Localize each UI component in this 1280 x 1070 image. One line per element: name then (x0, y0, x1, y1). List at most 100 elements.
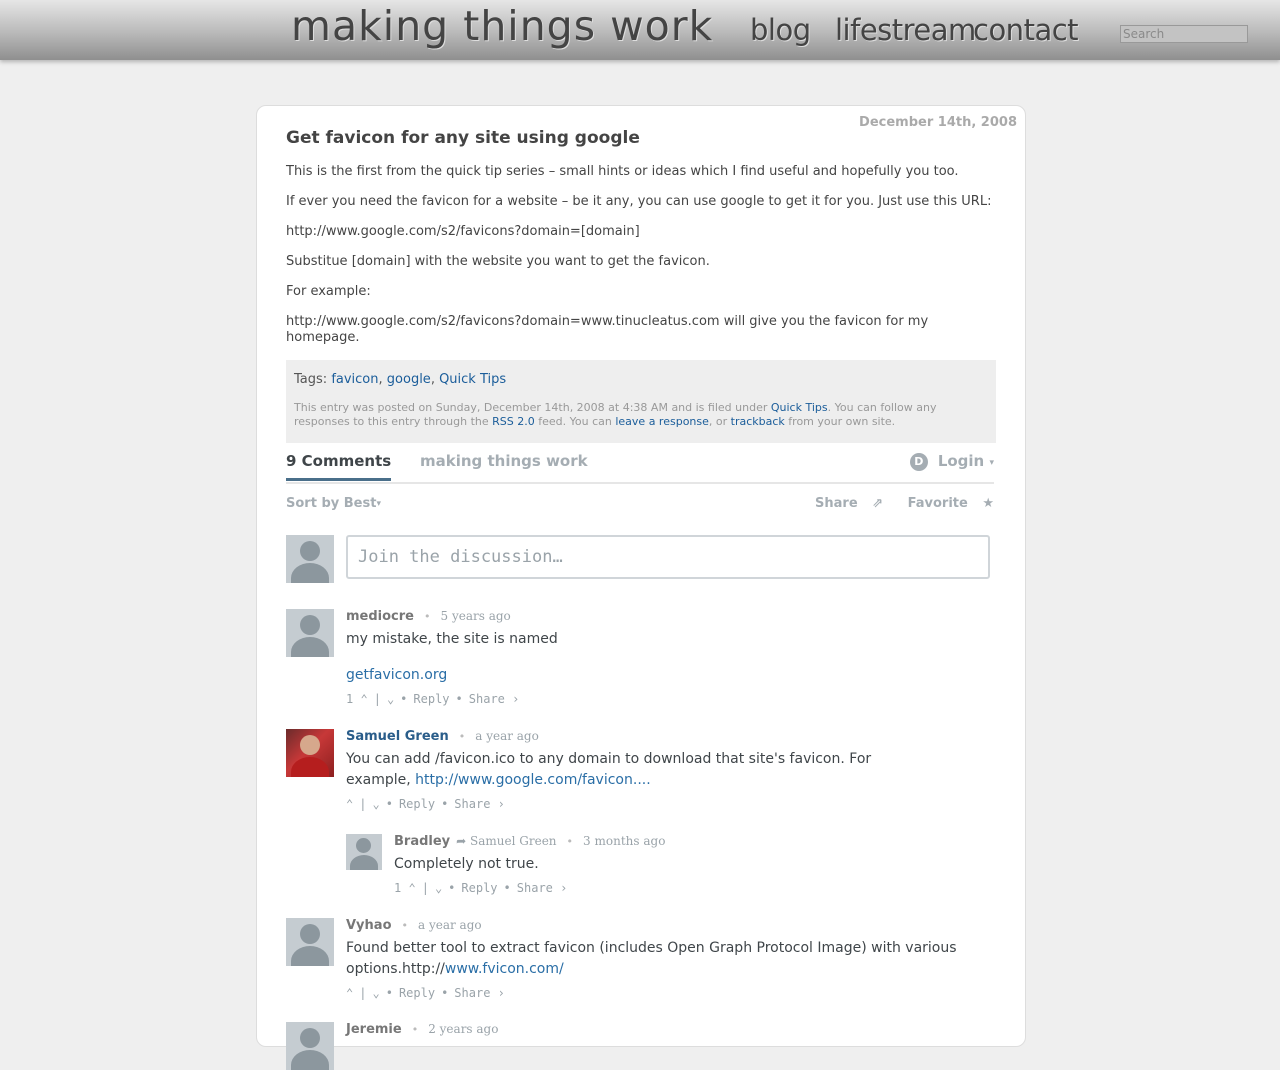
comment-author[interactable]: mediocre (346, 609, 414, 624)
vote-count: 1 (346, 692, 354, 706)
reply-button[interactable]: Reply (399, 797, 435, 811)
thread-toolbar: Sort by Best▾ Share ⇗ Favorite ★ (286, 484, 994, 530)
comment-text-content: Found better tool to extract favicon (in… (346, 940, 957, 977)
comment-author[interactable]: Vyhao (346, 918, 392, 933)
comment-actions: 1 ⌃ | ⌄ • Reply • Share › (394, 881, 568, 895)
upvote-icon[interactable]: ⌃ (346, 986, 353, 1000)
downvote-icon[interactable]: ⌄ (387, 692, 394, 706)
comment-author[interactable]: Jeremie (346, 1022, 402, 1037)
avatar[interactable] (346, 834, 382, 870)
comment-item: Samuel Green • a year ago You can add /fav… (286, 729, 994, 819)
posted-text: This entry was posted on Sunday, Decembe… (294, 401, 771, 414)
site-header: making things work blog lifestream conta… (0, 0, 1280, 60)
post-meta: Tags: favicon, google, Quick Tips This e… (286, 360, 996, 443)
comment-item: Vyhao • a year ago Found better tool to ex… (286, 918, 994, 1008)
tag-link[interactable]: Quick Tips (439, 372, 506, 387)
tab-comments[interactable]: 9 Comments (286, 452, 392, 481)
comment-item: mediocre • 5 years ago my mistake, the sit… (286, 609, 994, 719)
comment-body: Bradley ➦ Samuel Green • 3 months ago Compl… (394, 834, 994, 895)
comment-text: Found better tool to extract favicon (in… (346, 938, 994, 980)
comment-composer (286, 535, 994, 583)
share-button[interactable]: Share › (454, 986, 505, 1000)
post-card: December 14th, 2008 Get favicon for any … (256, 105, 1026, 1070)
share-thread-button[interactable]: Share ⇗ (805, 496, 883, 511)
comment-time[interactable]: a year ago (475, 729, 539, 743)
tag-link[interactable]: favicon (331, 372, 378, 387)
comment-body: Samuel Green • a year ago You can add /fav… (346, 729, 994, 811)
avatar[interactable] (286, 609, 334, 657)
comment-body: Vyhao • a year ago Found better tool to ex… (346, 918, 994, 1000)
reply-to-indicator[interactable]: ➦ Samuel Green (456, 834, 556, 848)
tab-community[interactable]: making things work (420, 452, 588, 470)
downvote-icon[interactable]: ⌄ (435, 881, 442, 895)
comment-input[interactable] (346, 535, 990, 579)
upvote-icon[interactable]: ⌃ (346, 797, 353, 811)
reply-arrow-icon: ➦ (456, 834, 467, 848)
downvote-icon[interactable]: ⌄ (372, 797, 379, 811)
avatar[interactable] (286, 918, 334, 966)
leave-response-link[interactable]: leave a response (615, 415, 709, 428)
search-input[interactable] (1120, 25, 1248, 43)
thread-actions: Share ⇗ Favorite ★ (795, 496, 994, 511)
vote-count: 1 (394, 881, 402, 895)
login-menu[interactable]: D Login ▾ (909, 452, 994, 471)
comment-author[interactable]: Samuel Green (346, 729, 449, 744)
trackback-link[interactable]: trackback (731, 415, 785, 428)
comment-body: Jeremie • 2 years ago (346, 1022, 994, 1042)
sort-label: Sort by Best (286, 496, 377, 511)
comment-time[interactable]: 5 years ago (441, 609, 511, 623)
comment-text: Completely not true. (394, 856, 539, 872)
nav-blog[interactable]: blog (750, 13, 811, 47)
comment-item: Bradley ➦ Samuel Green • 3 months ago Compl… (346, 834, 994, 904)
reply-button[interactable]: Reply (399, 986, 435, 1000)
comment-time[interactable]: 3 months ago (583, 834, 665, 848)
comment-time[interactable]: 2 years ago (428, 1022, 498, 1036)
comment-link[interactable]: http://www.google.com/favicon.... (415, 772, 651, 788)
favorite-button[interactable]: Favorite ★ (898, 496, 994, 511)
comment-time[interactable]: a year ago (418, 918, 482, 932)
post-paragraph: Substitue [domain] with the website you … (286, 254, 710, 269)
site-logo[interactable]: making things work (291, 2, 713, 50)
posted-text: , or (708, 415, 731, 428)
disqus-icon: D (909, 453, 928, 471)
post-paragraph: http://www.google.com/s2/favicons?domain… (286, 314, 929, 345)
sort-dropdown[interactable]: Sort by Best▾ (286, 496, 381, 511)
post-paragraph: http://www.google.com/s2/favicons?domain… (286, 224, 640, 239)
avatar (286, 535, 334, 583)
posted-info: This entry was posted on Sunday, Decembe… (294, 401, 988, 429)
comment-header: Bradley ➦ Samuel Green • 3 months ago (394, 834, 666, 849)
downvote-icon[interactable]: ⌄ (372, 986, 379, 1000)
category-link[interactable]: Quick Tips (771, 401, 828, 414)
posted-text: from your own site. (784, 415, 896, 428)
comment-actions: ⌃ | ⌄ • Reply • Share › (346, 797, 505, 811)
comment-actions: ⌃ | ⌄ • Reply • Share › (346, 986, 505, 1000)
upvote-icon[interactable]: ⌃ (360, 692, 367, 706)
post-paragraph: For example: (286, 284, 371, 299)
disqus-thread: 9 Comments making things work D Login ▾ S… (286, 448, 994, 1070)
upvote-icon[interactable]: ⌃ (408, 881, 415, 895)
nav-contact[interactable]: contact (973, 13, 1079, 47)
comment-link[interactable]: www.fvicon.com/ (445, 961, 564, 977)
comment-header: mediocre • 5 years ago (346, 609, 511, 624)
nav-lifestream[interactable]: lifestream (835, 13, 976, 47)
reply-button[interactable]: Reply (461, 881, 497, 895)
reply-to-author: Samuel Green (470, 834, 557, 848)
share-label: Share (815, 496, 858, 511)
share-button[interactable]: Share › (454, 797, 505, 811)
post-content: Get favicon for any site using google Th… (286, 128, 996, 443)
share-button[interactable]: Share › (517, 881, 568, 895)
rss-link[interactable]: RSS 2.0 (492, 415, 535, 428)
avatar[interactable] (286, 729, 334, 777)
avatar[interactable] (286, 1022, 334, 1070)
reply-button[interactable]: Reply (413, 692, 449, 706)
favorite-label: Favorite (907, 496, 968, 511)
comment-author[interactable]: Bradley (394, 834, 450, 849)
post-title[interactable]: Get favicon for any site using google (286, 128, 996, 148)
comment-link[interactable]: getfavicon.org (346, 667, 447, 683)
post-paragraph: If ever you need the favicon for a websi… (286, 194, 992, 209)
star-icon: ★ (982, 496, 994, 511)
comment-text: You can add /favicon.ico to any domain t… (346, 749, 906, 791)
tag-link[interactable]: google (387, 372, 431, 387)
share-button[interactable]: Share › (469, 692, 520, 706)
comment-actions: 1 ⌃ | ⌄ • Reply • Share › (346, 692, 520, 706)
